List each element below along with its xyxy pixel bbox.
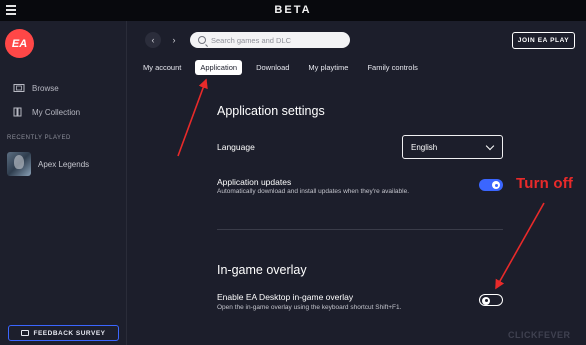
browse-icon	[13, 84, 25, 92]
chat-icon	[21, 330, 30, 336]
chevron-left-icon: ‹	[151, 35, 155, 45]
join-ea-play-button[interactable]: JOIN EA PLAY	[512, 32, 575, 49]
title-bar: BETA	[0, 0, 586, 21]
chevron-right-icon: ›	[172, 35, 176, 45]
game-thumbnail	[7, 152, 31, 176]
back-button[interactable]: ‹	[145, 32, 161, 48]
sidebar-item-label: Browse	[32, 83, 59, 93]
forward-button[interactable]: ›	[166, 32, 182, 48]
feedback-survey-button[interactable]: FEEDBACK SURVEY	[8, 325, 119, 341]
recent-game-apex-legends[interactable]: Apex Legends	[7, 152, 89, 176]
overlay-enable-description: Open the in-game overlay using the keybo…	[217, 304, 402, 311]
language-value: English	[411, 142, 438, 152]
application-updates-label: Application updates	[217, 177, 292, 187]
toggle-knob	[482, 296, 490, 305]
toggle-knob	[492, 181, 500, 189]
tab-application[interactable]: Application	[195, 59, 243, 75]
search-box[interactable]	[190, 32, 350, 48]
in-game-overlay-heading: In-game overlay	[217, 263, 307, 277]
section-divider	[217, 229, 503, 230]
app-title: BETA	[274, 4, 312, 16]
ea-logo[interactable]: EA	[5, 29, 34, 58]
tab-my-playtime[interactable]: My playtime	[303, 60, 353, 75]
overlay-toggle[interactable]	[479, 294, 503, 306]
overlay-enable-label: Enable EA Desktop in-game overlay	[217, 292, 354, 302]
application-updates-description: Automatically download and install updat…	[217, 188, 410, 195]
sidebar-item-label: My Collection	[32, 107, 81, 117]
chevron-down-icon	[485, 141, 495, 151]
collection-icon	[13, 107, 22, 117]
language-label: Language	[217, 142, 255, 152]
game-name: Apex Legends	[38, 159, 90, 169]
recently-played-heading: RECENTLY PLAYED	[7, 135, 71, 141]
application-settings-heading: Application settings	[217, 104, 325, 118]
tab-family-controls[interactable]: Family controls	[362, 60, 422, 75]
settings-tabs: My account Application Download My playt…	[128, 58, 432, 76]
watermark: CLICKFEVER	[508, 330, 571, 340]
arrow-to-overlay-toggle	[495, 202, 545, 290]
search-icon	[198, 36, 206, 44]
sidebar-item-collection[interactable]: My Collection	[13, 107, 80, 117]
feedback-label: FEEDBACK SURVEY	[33, 329, 106, 337]
tab-download[interactable]: Download	[251, 60, 294, 75]
sidebar: EA Browse My Collection RECENTLY PLAYED …	[0, 21, 127, 345]
turn-off-annotation: Turn off	[516, 175, 574, 192]
language-select[interactable]: English	[402, 135, 503, 159]
tab-my-account[interactable]: My account	[138, 60, 186, 75]
sidebar-item-browse[interactable]: Browse	[13, 83, 59, 93]
search-input[interactable]	[211, 35, 341, 45]
arrow-to-application-tab	[177, 78, 208, 157]
application-updates-toggle[interactable]	[479, 179, 503, 191]
